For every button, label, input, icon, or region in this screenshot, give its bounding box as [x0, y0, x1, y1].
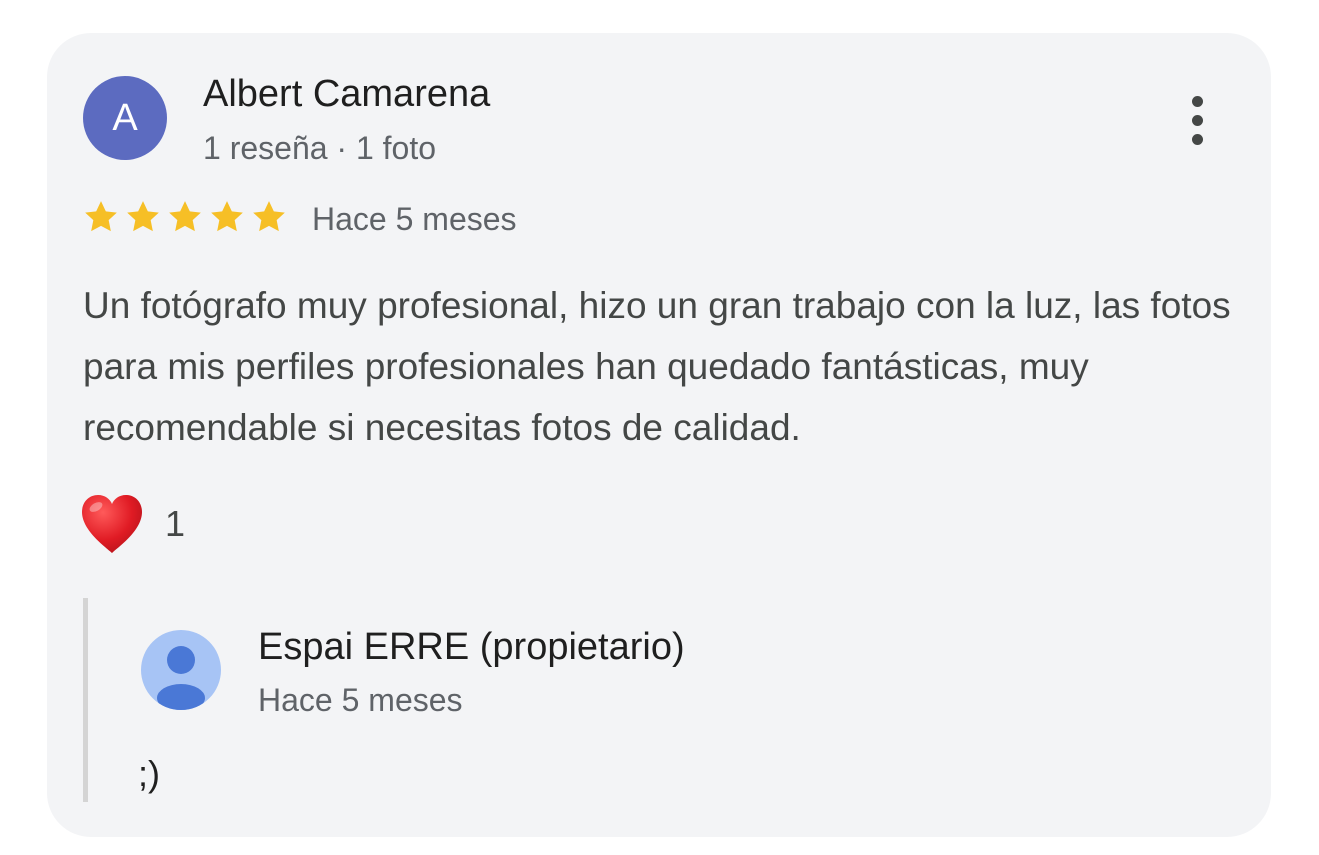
star-icon [253, 201, 285, 232]
star-icon [211, 201, 243, 232]
heart-icon [82, 495, 142, 553]
author-initial: A [112, 96, 138, 139]
person-icon [157, 646, 205, 710]
author-review-count: 1 reseña · 1 foto [203, 130, 437, 166]
star-icon [169, 201, 201, 232]
more-vert-icon-dot [1191, 133, 1203, 145]
owner-avatar [141, 630, 221, 710]
review-date: Hace 5 meses [312, 201, 517, 237]
review-text: Un fotógrafo muy profesional, hizo un gr… [83, 285, 1231, 448]
owner-reply-text: ;) [138, 753, 160, 794]
star-icon [127, 201, 159, 232]
star-icon [85, 201, 117, 232]
owner-reply-date: Hace 5 meses [258, 682, 463, 718]
owner-name: Espai ERRE (propietario) [258, 626, 685, 668]
review-card: A Albert Camarena 1 reseña · 1 foto Hace… [47, 33, 1271, 837]
more-vert-icon-dot [1191, 114, 1203, 126]
author-name[interactable]: Albert Camarena [203, 73, 490, 116]
more-vert-icon [1191, 95, 1203, 107]
author-avatar[interactable]: A [83, 76, 167, 160]
more-options-button[interactable] [1177, 88, 1217, 152]
reaction-count: 1 [165, 503, 186, 544]
owner-reply: Espai ERRE (propietario) Hace 5 meses ;) [83, 598, 1188, 802]
reaction-button[interactable]: 1 [79, 493, 185, 555]
star-rating [81, 197, 289, 237]
